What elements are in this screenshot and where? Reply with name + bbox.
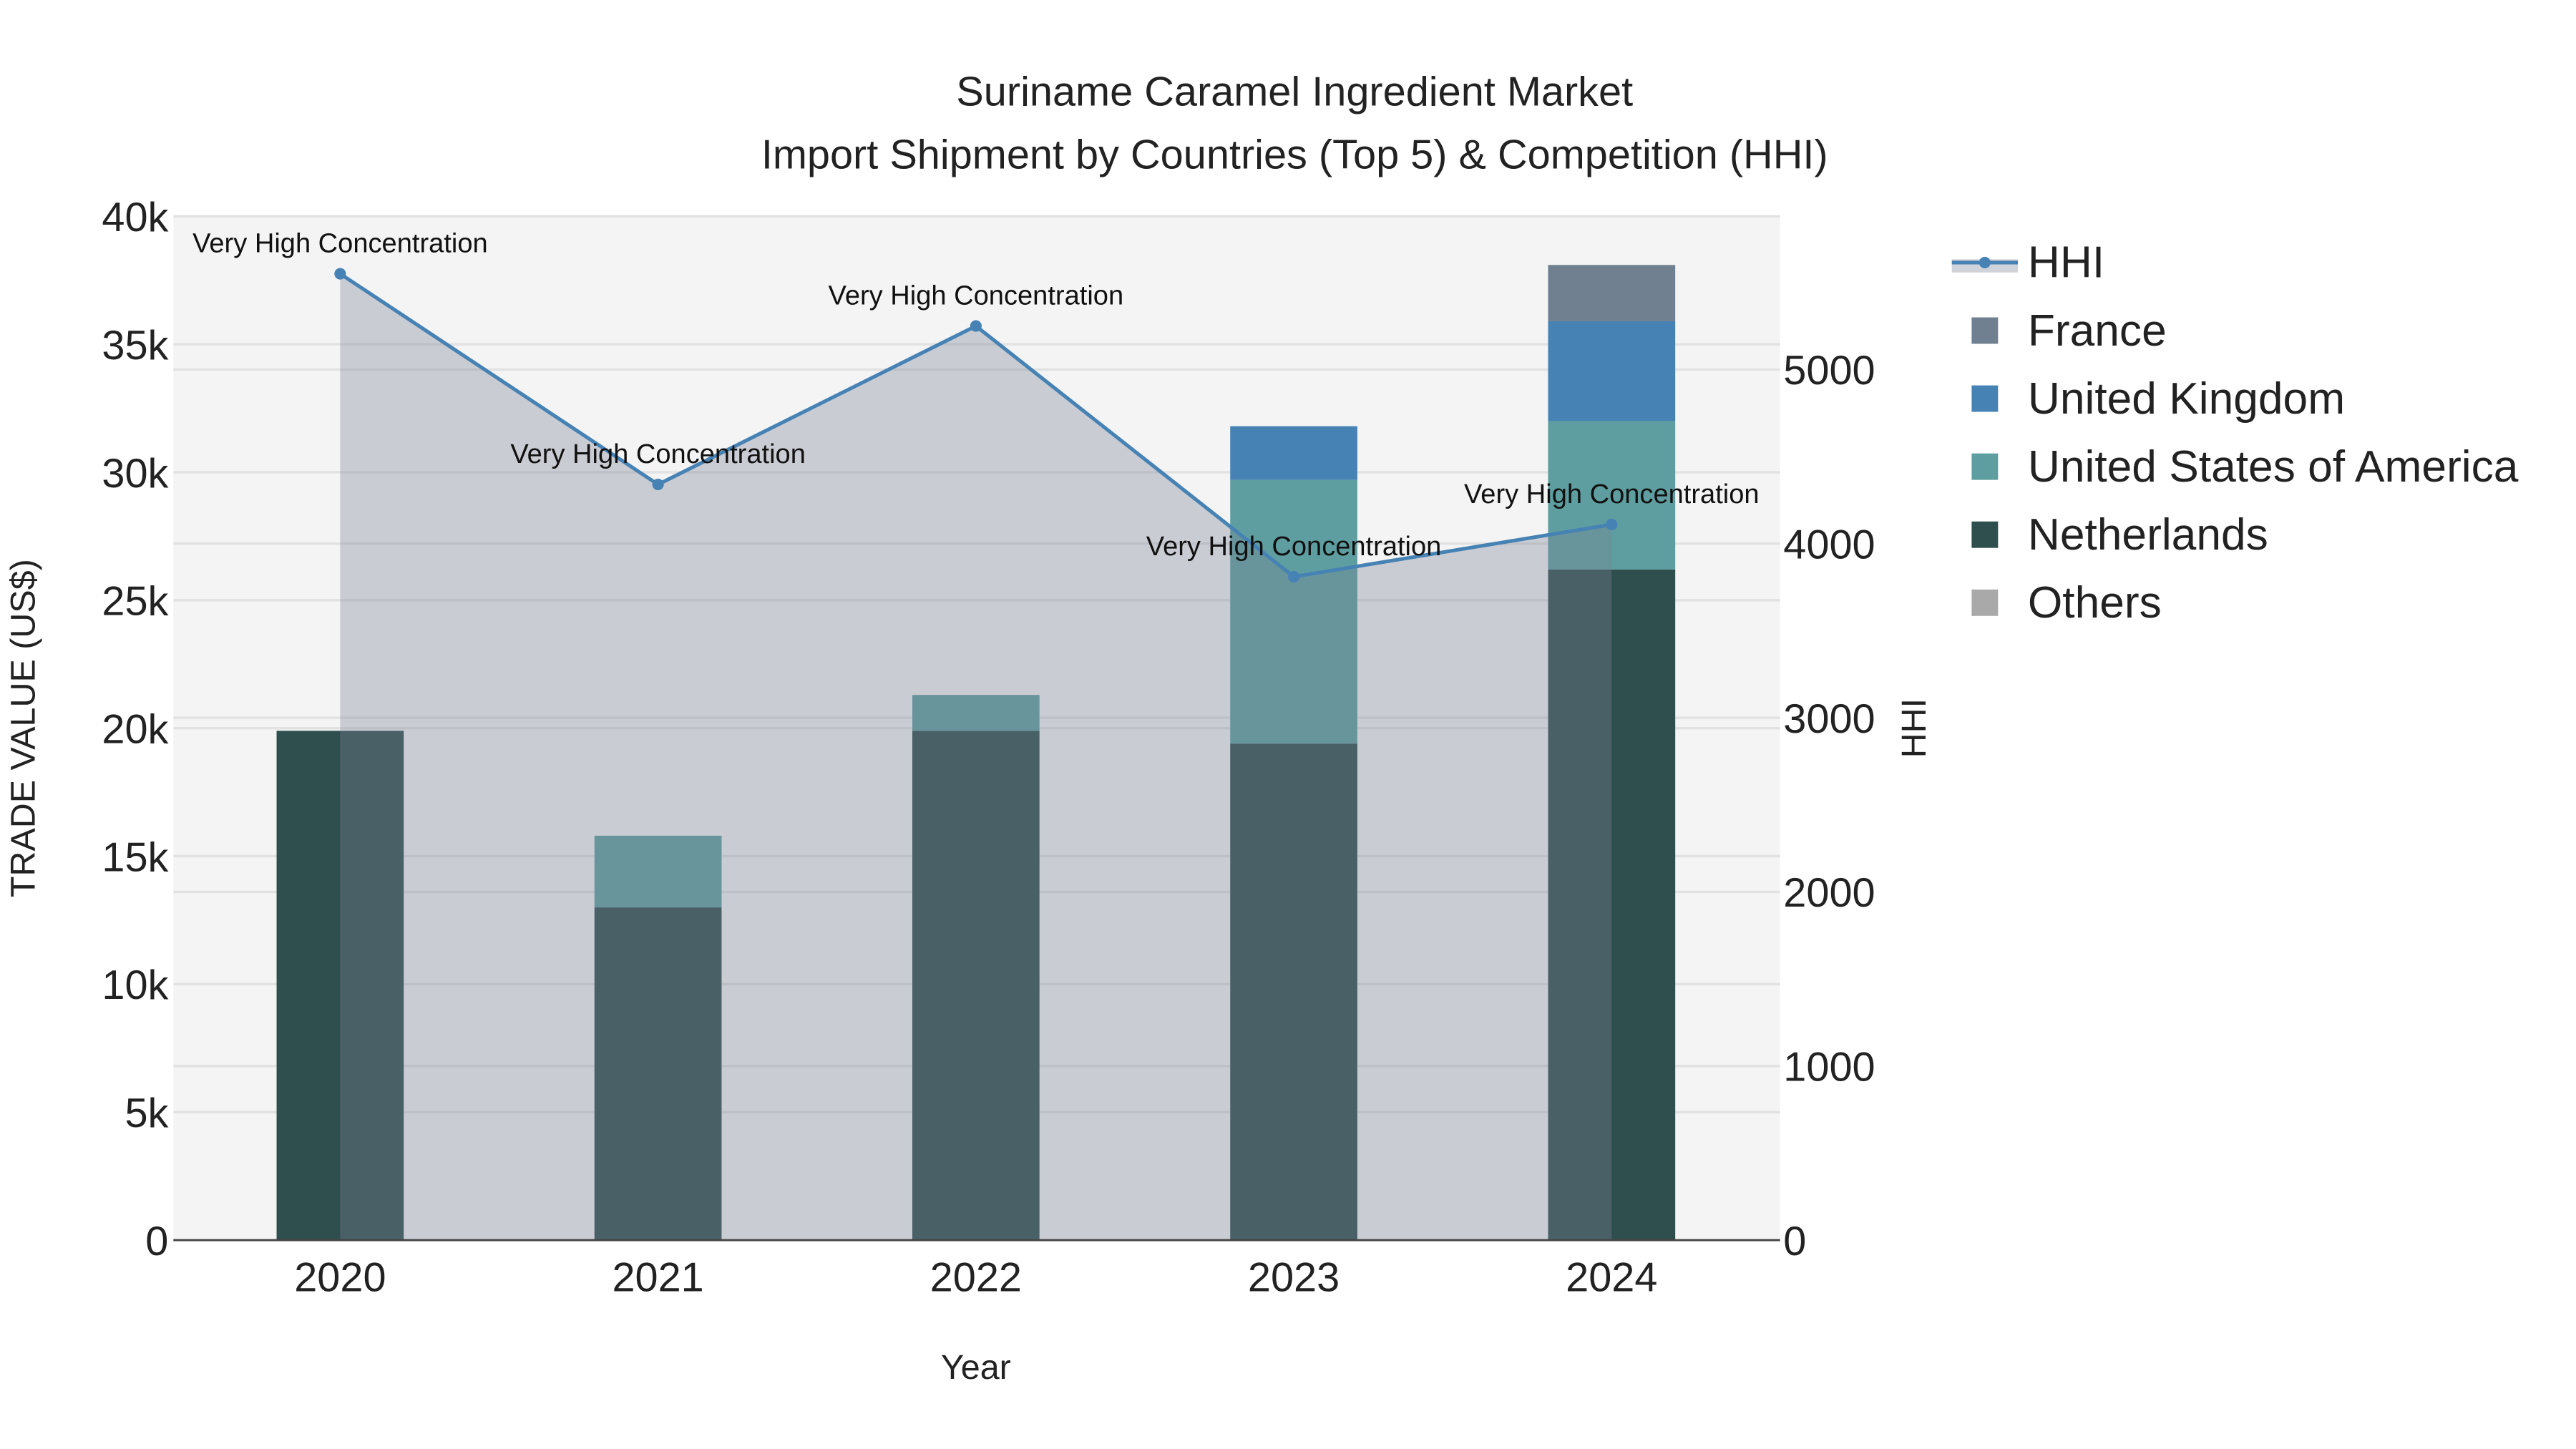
legend-label: HHI bbox=[2028, 238, 2104, 288]
bar-united-kingdom bbox=[1548, 321, 1676, 421]
legend-label: France bbox=[2028, 306, 2167, 356]
legend-label: Others bbox=[2028, 578, 2162, 628]
bar-france bbox=[1548, 265, 1676, 321]
hhi-annotation: Very High Concentration bbox=[1146, 532, 1442, 562]
x-tick-label: 2022 bbox=[930, 1255, 1022, 1301]
legend-swatch-france bbox=[1971, 317, 1999, 344]
y-tick-label: 30k bbox=[102, 451, 168, 497]
hhi-point bbox=[334, 268, 346, 280]
legend-swatch-united-kingdom bbox=[1971, 385, 1999, 412]
y-tick-label: 35k bbox=[102, 323, 168, 369]
hhi-point bbox=[1606, 518, 1618, 531]
y-tick-label: 40k bbox=[102, 195, 168, 240]
legend-label: United States of America bbox=[2028, 442, 2519, 492]
legend-swatch-others bbox=[1971, 589, 1999, 616]
x-tick-label: 2020 bbox=[294, 1255, 386, 1301]
y-tick-label: 20k bbox=[102, 706, 168, 752]
y-tick-label: 15k bbox=[102, 834, 168, 880]
legend-label: Netherlands bbox=[2028, 510, 2268, 560]
y2-tick-label: 1000 bbox=[1783, 1045, 1875, 1091]
chart-title-line2: Import Shipment by Countries (Top 5) & C… bbox=[761, 132, 1828, 177]
y-tick-label: 25k bbox=[102, 579, 168, 625]
y2-tick-label: 0 bbox=[1783, 1219, 1806, 1264]
hhi-annotation: Very High Concentration bbox=[1464, 479, 1760, 509]
y-axis-label: TRADE VALUE (US$) bbox=[4, 559, 42, 897]
legend-label: United Kingdom bbox=[2028, 374, 2345, 424]
x-tick-label: 2023 bbox=[1248, 1255, 1340, 1301]
y-tick-label: 5k bbox=[125, 1091, 168, 1136]
legend-swatch-netherlands bbox=[1971, 521, 1999, 548]
x-axis-label: Year bbox=[941, 1348, 1011, 1387]
x-tick-label: 2021 bbox=[612, 1255, 703, 1301]
legend-marker-hhi bbox=[1979, 256, 1991, 268]
hhi-point bbox=[1288, 570, 1300, 583]
hhi-annotation: Very High Concentration bbox=[192, 229, 488, 259]
legend-swatch-united-states-of-america bbox=[1971, 453, 1999, 480]
y2-tick-label: 5000 bbox=[1783, 348, 1875, 394]
y2-tick-label: 4000 bbox=[1783, 522, 1875, 568]
bar-united-kingdom bbox=[1230, 426, 1357, 480]
chart-title-line1: Suriname Caramel Ingredient Market bbox=[956, 69, 1633, 115]
hhi-annotation: Very High Concentration bbox=[510, 439, 806, 469]
x-tick-label: 2024 bbox=[1566, 1255, 1657, 1301]
legend: HHI France United Kingdom United States of … bbox=[1951, 238, 2519, 628]
hhi-point bbox=[652, 478, 664, 491]
y-tick-label: 0 bbox=[145, 1219, 168, 1264]
y-tick-label: 10k bbox=[102, 962, 168, 1008]
hhi-annotation: Very High Concentration bbox=[829, 281, 1124, 311]
hhi-point bbox=[970, 320, 982, 332]
y2-axis-label: HHI bbox=[1895, 698, 1933, 758]
y2-tick-label: 3000 bbox=[1783, 696, 1875, 742]
y2-tick-label: 2000 bbox=[1783, 870, 1875, 916]
chart: Suriname Caramel Ingredient Market Impor… bbox=[4, 69, 2519, 1387]
